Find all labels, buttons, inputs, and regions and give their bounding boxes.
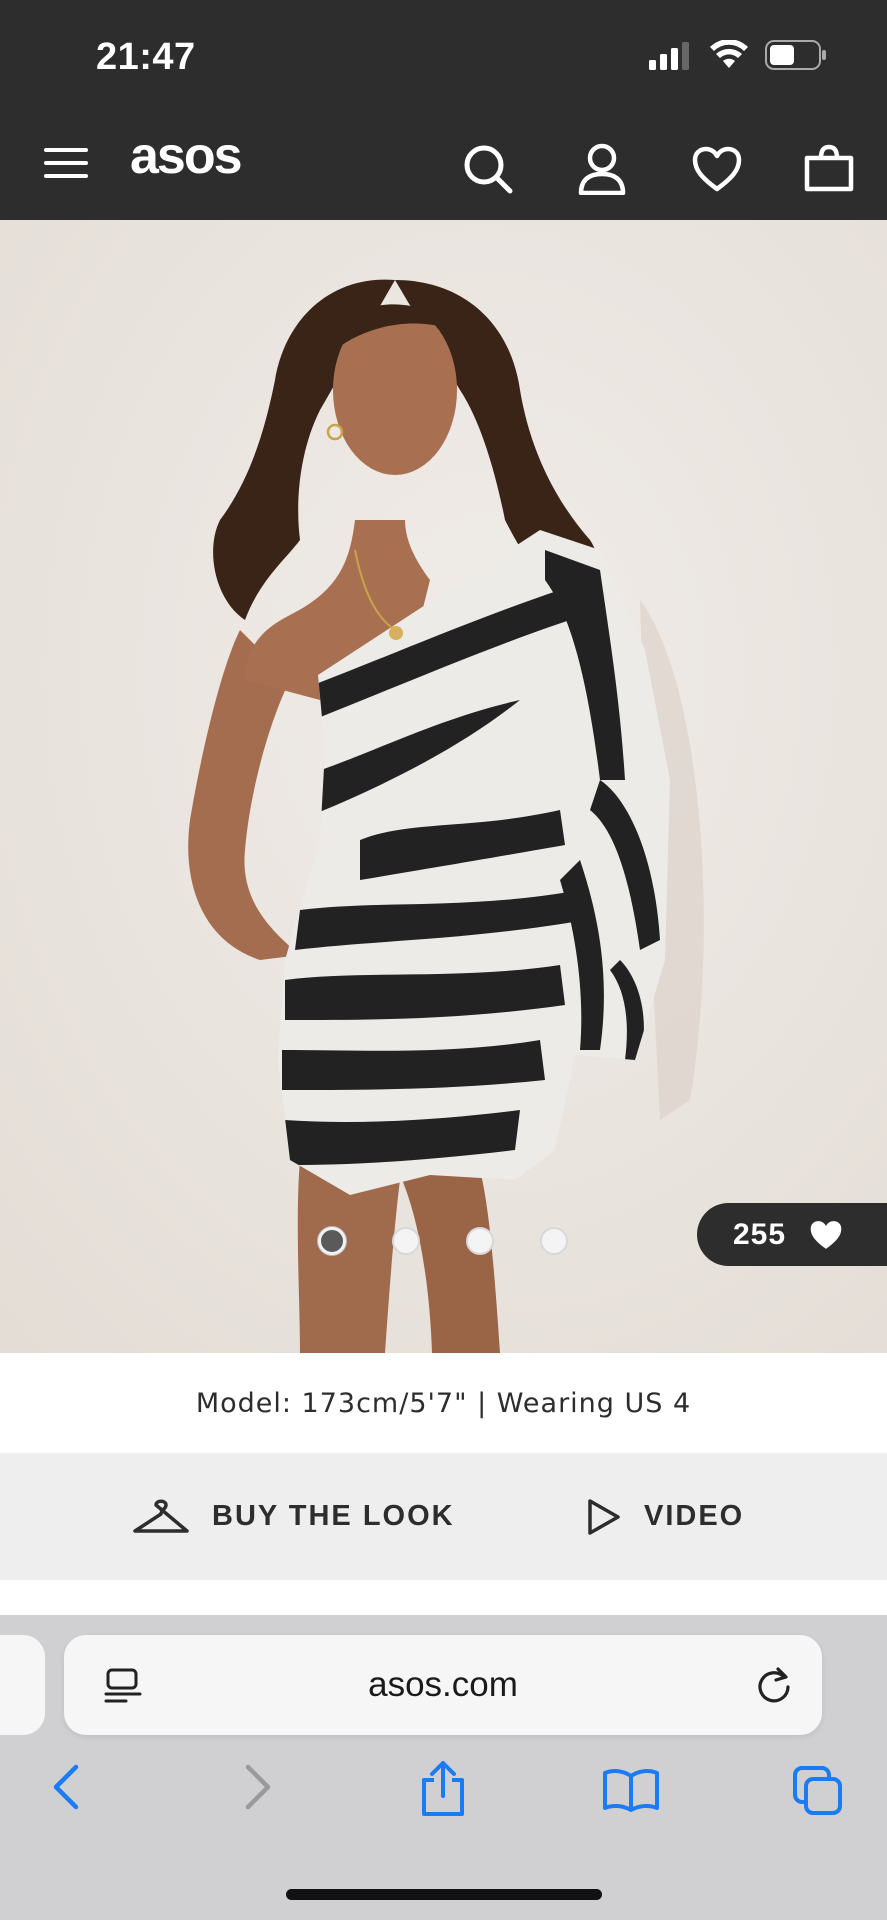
bag-icon[interactable] [804,144,854,192]
home-indicator[interactable] [286,1889,602,1900]
likes-badge[interactable]: 255 [697,1203,887,1266]
gallery-dot-2[interactable] [392,1227,420,1255]
search-icon[interactable] [462,143,514,195]
heart-icon[interactable] [692,146,742,192]
play-icon [588,1498,620,1535]
forward-icon[interactable] [242,1763,274,1811]
model-info: Model: 173cm/5'7" | Wearing US 4 [195,1387,692,1419]
video-label: VIDEO [644,1500,745,1532]
content-divider [0,1580,887,1615]
gallery-dots [318,1227,568,1255]
bookmarks-icon[interactable] [602,1768,660,1812]
buy-the-look-button[interactable]: BUY THE LOOK [132,1453,455,1580]
gallery-dot-3[interactable] [466,1227,494,1255]
url-text: asos.com [368,1665,518,1704]
wifi-icon [710,40,748,68]
signal-icon [649,42,689,70]
hanger-icon [133,1499,189,1533]
menu-icon[interactable] [44,146,88,180]
share-icon[interactable] [418,1760,468,1818]
account-icon[interactable] [578,143,626,195]
gallery-dot-1[interactable] [318,1227,346,1255]
previous-tab-preview[interactable] [0,1635,45,1735]
tabs-icon[interactable] [792,1765,844,1817]
status-icons [649,40,827,70]
status-time: 21:47 [96,36,196,78]
reload-icon[interactable] [754,1665,794,1705]
likes-count: 255 [733,1217,787,1251]
app-header: 21:47 asos [0,0,887,220]
asos-logo[interactable]: asos [130,130,243,182]
heart-filled-icon [810,1220,842,1249]
product-image[interactable]: 255 [0,220,887,1353]
gallery-dot-4[interactable] [540,1227,568,1255]
back-icon[interactable] [50,1763,82,1811]
model-photo [0,220,887,1353]
battery-icon [765,40,826,70]
product-actions-bar: BUY THE LOOK VIDEO [0,1453,887,1580]
buy-the-look-label: BUY THE LOOK [212,1500,455,1532]
address-bar[interactable]: asos.com [64,1635,822,1735]
video-button[interactable]: VIDEO [586,1453,744,1580]
